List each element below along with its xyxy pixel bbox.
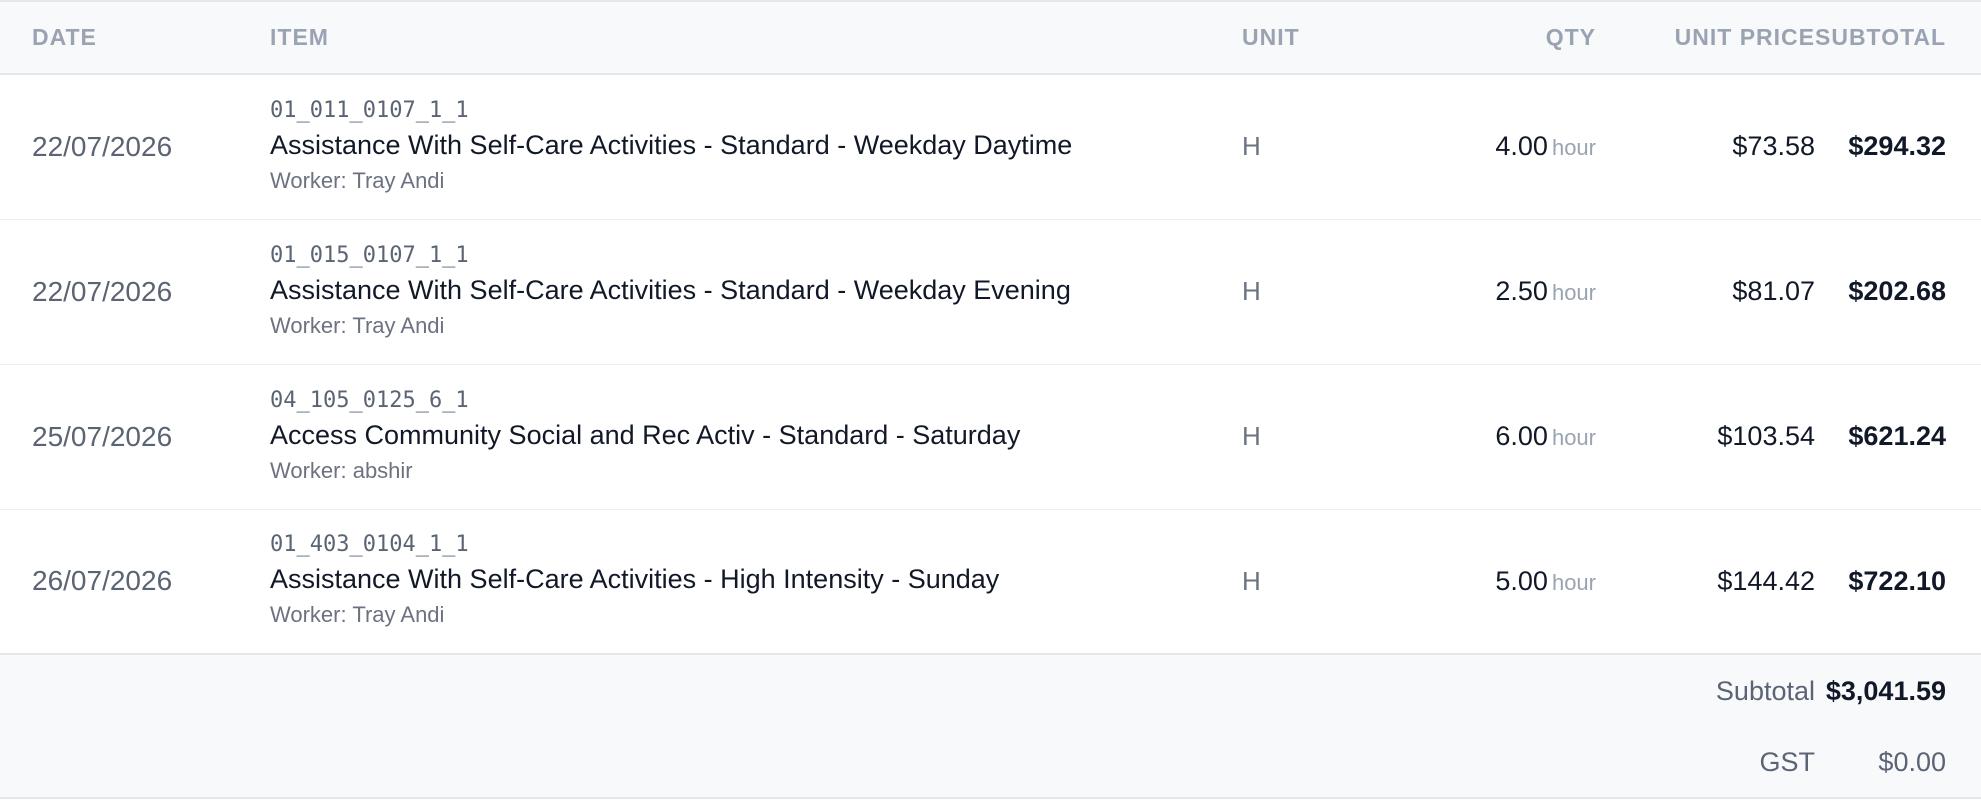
item-worker: Worker: Tray Andi (270, 167, 445, 193)
row-unit-price: $81.07 (1732, 276, 1815, 306)
subtotal-row: Subtotal $3,041.59 (0, 653, 1981, 728)
qty-value: 4.00 (1495, 131, 1548, 162)
qty-unit: hour (1551, 569, 1596, 595)
row-qty: 6.00 hour (1310, 364, 1596, 509)
item-description: Assistance With Self-Care Activities - H… (270, 564, 1000, 595)
header-subtotal: SUBTOTAL (1815, 24, 1947, 50)
item-code: 01_011_0107_1_1 (270, 97, 469, 123)
item-description: Assistance With Self-Care Activities - S… (270, 129, 1073, 160)
line-items-table: DATE ITEM UNIT QTY UNIT PRICE SUBTOTAL 2… (0, 0, 1981, 799)
table-body: 22/07/2026 01_011_0107_1_1 Assistance Wi… (0, 74, 1981, 654)
gst-label: GST (1596, 728, 1815, 799)
header-unit-price: UNIT PRICE (1674, 24, 1815, 50)
gst-value: $0.00 (1815, 728, 1981, 799)
header-item: ITEM (270, 24, 329, 50)
item-worker: Worker: Tray Andi (270, 312, 445, 338)
item-description: Assistance With Self-Care Activities - S… (270, 274, 1071, 305)
table-header: DATE ITEM UNIT QTY UNIT PRICE SUBTOTAL (0, 1, 1981, 74)
subtotal-label: Subtotal (1596, 653, 1815, 728)
row-date: 22/07/2026 (32, 275, 173, 307)
item-code: 01_403_0104_1_1 (270, 532, 469, 558)
qty-unit: hour (1551, 135, 1596, 161)
row-subtotal: $722.10 (1848, 565, 1946, 596)
row-unit-price: $144.42 (1717, 565, 1815, 596)
row-subtotal: $202.68 (1848, 276, 1946, 306)
table-footer: Subtotal $3,041.59 GST $0.00 (0, 653, 1981, 799)
item-worker: Worker: Tray Andi (270, 602, 445, 628)
qty-value: 2.50 (1495, 276, 1548, 306)
row-date: 25/07/2026 (32, 420, 173, 452)
row-item: 01_403_0104_1_1 Assistance With Self-Car… (270, 509, 1210, 654)
row-qty: 4.00 hour (1310, 74, 1596, 219)
row-item: 01_011_0107_1_1 Assistance With Self-Car… (270, 74, 1210, 219)
header-row: DATE ITEM UNIT QTY UNIT PRICE SUBTOTAL (0, 1, 1981, 74)
row-unit: H (1242, 276, 1261, 306)
row-qty: 5.00 hour (1310, 509, 1596, 654)
row-subtotal: $621.24 (1848, 421, 1946, 451)
qty-unit: hour (1551, 425, 1596, 450)
item-description: Access Community Social and Rec Activ - … (270, 419, 1021, 450)
row-item: 04_105_0125_6_1 Access Community Social … (270, 364, 1210, 509)
header-unit: UNIT (1242, 24, 1300, 50)
row-item: 01_015_0107_1_1 Assistance With Self-Car… (270, 219, 1210, 364)
item-code: 04_105_0125_6_1 (270, 387, 469, 413)
row-qty: 2.50 hour (1310, 219, 1596, 364)
qty-value: 5.00 (1495, 565, 1548, 596)
row-unit: H (1242, 421, 1261, 451)
row-unit: H (1242, 131, 1261, 162)
row-unit-price: $73.58 (1732, 131, 1815, 162)
gst-row: GST $0.00 (0, 728, 1981, 799)
row-unit-price: $103.54 (1717, 421, 1815, 451)
table-row: 26/07/2026 01_403_0104_1_1 Assistance Wi… (0, 509, 1981, 654)
row-unit: H (1242, 565, 1261, 596)
qty-value: 6.00 (1495, 421, 1548, 451)
table-row: 25/07/2026 04_105_0125_6_1 Access Commun… (0, 364, 1981, 509)
table-row: 22/07/2026 01_011_0107_1_1 Assistance Wi… (0, 74, 1981, 219)
item-worker: Worker: abshir (270, 457, 413, 483)
subtotal-value: $3,041.59 (1815, 653, 1981, 728)
table-row: 22/07/2026 01_015_0107_1_1 Assistance Wi… (0, 219, 1981, 364)
header-qty: QTY (1545, 24, 1596, 50)
qty-unit: hour (1551, 280, 1596, 305)
header-date: DATE (32, 24, 97, 50)
item-code: 01_015_0107_1_1 (270, 242, 469, 268)
row-date: 26/07/2026 (32, 565, 173, 597)
invoice-line-items: DATE ITEM UNIT QTY UNIT PRICE SUBTOTAL 2… (0, 0, 1981, 799)
row-subtotal: $294.32 (1848, 131, 1946, 162)
row-date: 22/07/2026 (32, 130, 173, 162)
